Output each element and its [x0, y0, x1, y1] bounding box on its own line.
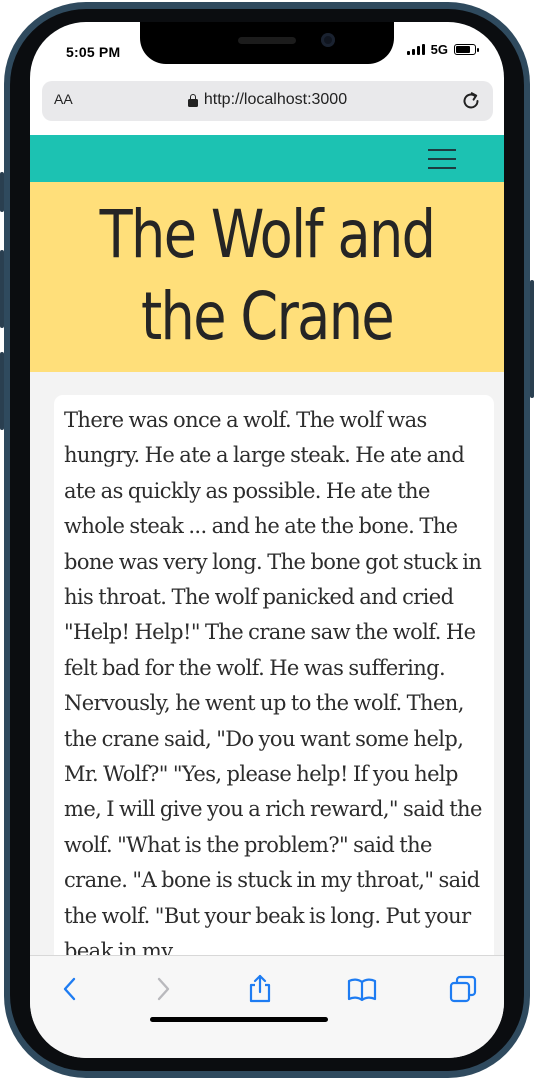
address-bar[interactable]: AA http://localhost:3000 [42, 81, 493, 121]
web-page: The Wolf and the Crane There was once a … [30, 135, 504, 955]
story-text: There was once a wolf. The wolf was hung… [64, 408, 482, 955]
screen: 5:05 PM 5G AA http://localhost:3000 The … [30, 22, 504, 1058]
browser-toolbar [30, 955, 504, 1058]
home-indicator[interactable] [150, 1017, 328, 1022]
forward-icon[interactable] [148, 974, 178, 1004]
front-camera [321, 33, 335, 47]
mute-switch [0, 172, 4, 212]
url-display[interactable]: http://localhost:3000 [42, 91, 493, 109]
network-type: 5G [430, 42, 448, 57]
cellular-signal-icon [406, 44, 425, 55]
status-time: 5:05 PM [66, 44, 121, 60]
phone-frame: 5:05 PM 5G AA http://localhost:3000 The … [0, 0, 534, 1080]
volume-down-button [0, 352, 4, 430]
reload-icon[interactable] [459, 89, 483, 113]
hero-banner: The Wolf and the Crane [30, 182, 504, 372]
power-button [530, 280, 534, 398]
bookmarks-icon[interactable] [347, 974, 377, 1004]
story-card: There was once a wolf. The wolf was hung… [54, 395, 494, 955]
notch [140, 22, 394, 64]
speaker [238, 37, 296, 44]
back-icon[interactable] [55, 974, 85, 1004]
volume-up-button [0, 250, 4, 328]
story-title: The Wolf and the Crane [99, 196, 436, 355]
url-text: http://localhost:3000 [203, 91, 348, 108]
battery-icon [454, 44, 479, 55]
share-icon[interactable] [245, 974, 275, 1004]
tabs-icon[interactable] [448, 974, 478, 1004]
site-navbar [30, 135, 504, 182]
status-indicators: 5G [406, 42, 479, 57]
hamburger-menu-icon[interactable] [426, 147, 458, 171]
lock-icon [187, 93, 198, 107]
